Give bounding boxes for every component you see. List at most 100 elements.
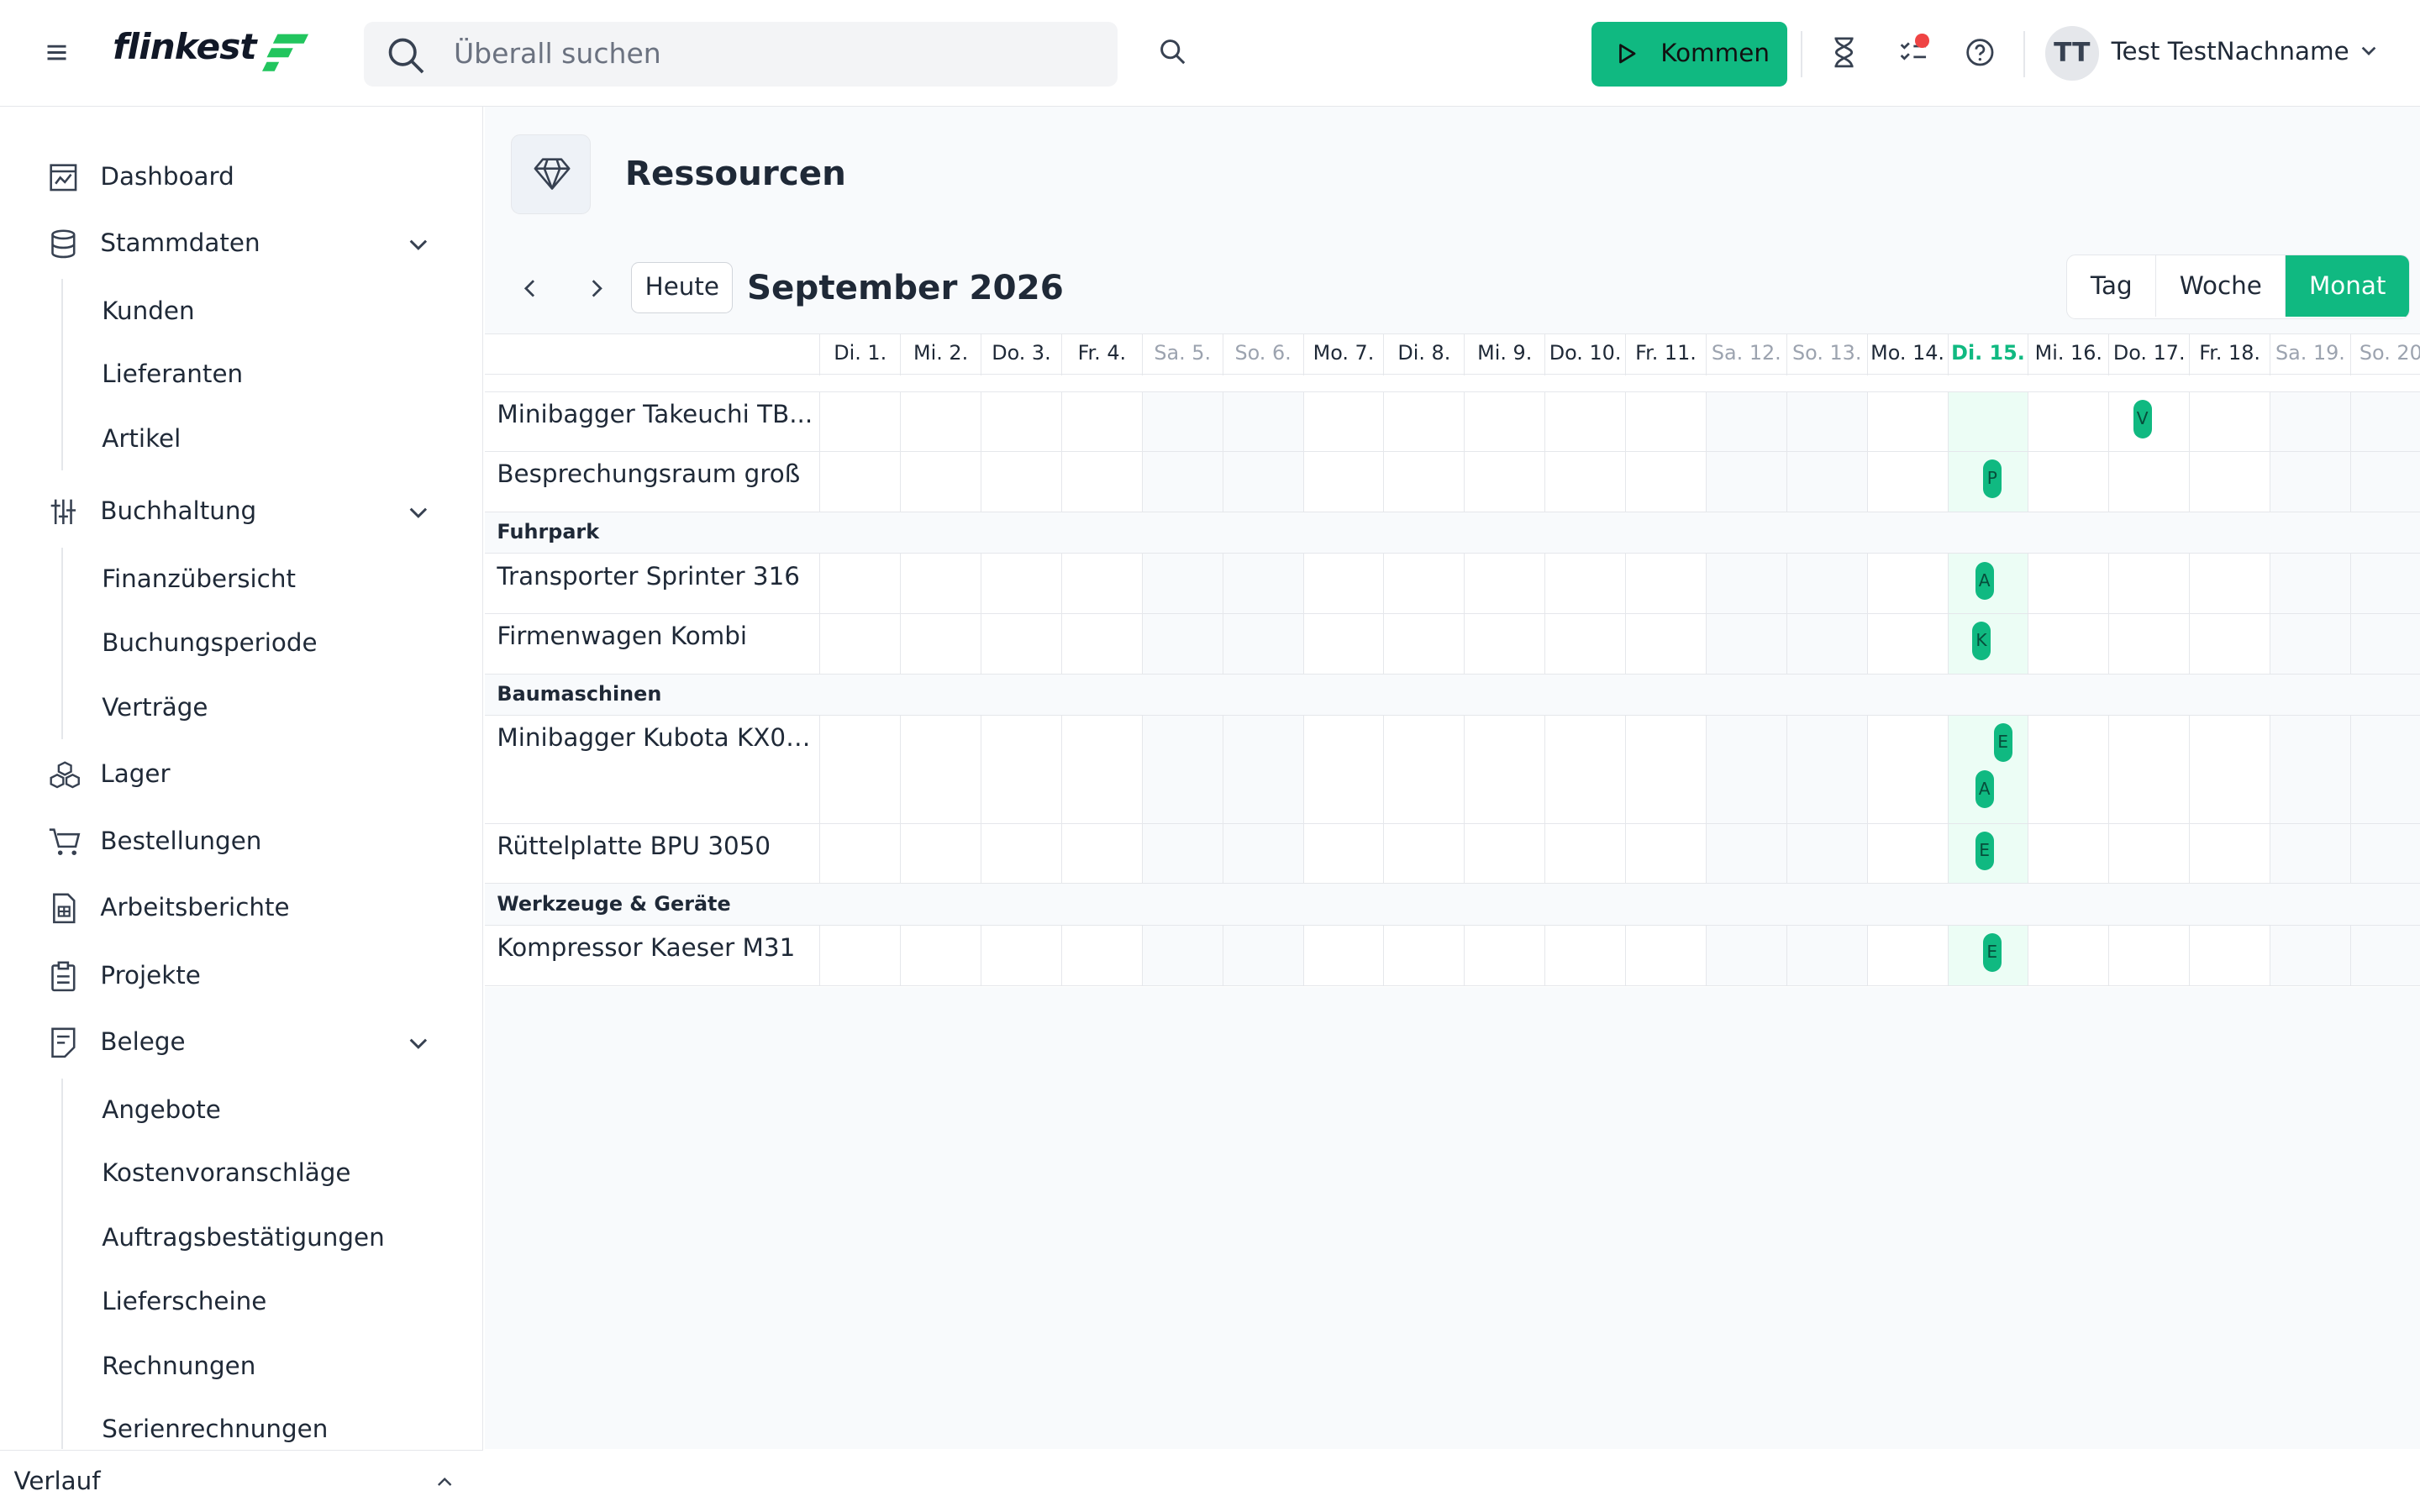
day-cell[interactable]: [1866, 391, 1948, 452]
sidebar-item-projekte[interactable]: Projekte: [0, 946, 481, 1007]
day-cell[interactable]: [1141, 823, 1223, 884]
day-cell[interactable]: [2349, 716, 2420, 823]
day-cell[interactable]: [1060, 716, 1142, 823]
day-cell[interactable]: [2108, 716, 2189, 823]
day-cell[interactable]: [1302, 613, 1384, 674]
day-cell[interactable]: [1383, 716, 1464, 823]
search-icon[interactable]: [1158, 37, 1189, 68]
day-cell[interactable]: [2270, 452, 2350, 512]
day-cell[interactable]: [1222, 823, 1303, 884]
day-cell[interactable]: [1544, 716, 1625, 823]
sidebar-item-buchhaltung[interactable]: Buchhaltung: [0, 481, 481, 543]
day-cell[interactable]: [2189, 716, 2270, 823]
day-cell[interactable]: [819, 823, 900, 884]
resource-name[interactable]: Firmenwagen Kombi: [497, 622, 813, 650]
day-cell[interactable]: [1464, 823, 1544, 884]
day-cell[interactable]: [1786, 613, 1867, 674]
resource-name[interactable]: Besprechungsraum groß: [497, 459, 813, 488]
day-cell[interactable]: [1141, 452, 1223, 512]
day-cell[interactable]: [1060, 391, 1142, 452]
help-icon[interactable]: [1965, 37, 1996, 68]
logo[interactable]: flinkest: [113, 26, 257, 67]
day-cell[interactable]: [1222, 391, 1303, 452]
booking-event[interactable]: A: [1975, 769, 1994, 809]
day-cell[interactable]: [1705, 716, 1786, 823]
sidebar-subitem-artikel[interactable]: Artikel: [102, 424, 181, 453]
sidebar-subitem-kunden[interactable]: Kunden: [102, 297, 194, 325]
day-cell[interactable]: [1625, 391, 1706, 452]
day-cell[interactable]: [1060, 452, 1142, 512]
day-cell[interactable]: [1544, 452, 1625, 512]
day-cell[interactable]: [2349, 391, 2420, 452]
user-name[interactable]: Test TestNachname: [2112, 37, 2349, 66]
chevron-down-icon[interactable]: [2360, 45, 2378, 57]
day-cell[interactable]: [1544, 391, 1625, 452]
day-cell[interactable]: [1625, 554, 1706, 613]
day-cell[interactable]: [1786, 554, 1867, 613]
day-cell[interactable]: [1060, 926, 1142, 985]
sidebar-subitem-finanzuebersicht[interactable]: Finanzübersicht: [102, 564, 296, 593]
kommen-button[interactable]: Kommen: [1591, 21, 1787, 87]
sidebar-subitem-lieferscheine[interactable]: Lieferscheine: [102, 1287, 266, 1315]
hourglass-icon[interactable]: [1830, 37, 1858, 68]
day-cell[interactable]: [1222, 613, 1303, 674]
day-cell[interactable]: [2028, 554, 2108, 613]
day-cell[interactable]: [1141, 716, 1223, 823]
day-cell[interactable]: [1866, 716, 1948, 823]
day-cell[interactable]: [2270, 391, 2350, 452]
sidebar-subitem-lieferanten[interactable]: Lieferanten: [102, 360, 243, 388]
day-cell[interactable]: [1464, 452, 1544, 512]
day-cell[interactable]: [2028, 452, 2108, 512]
sidebar-item-lager[interactable]: Lager: [0, 743, 481, 805]
day-cell[interactable]: [2028, 613, 2108, 674]
day-cell[interactable]: [1222, 554, 1303, 613]
day-cell[interactable]: [1141, 926, 1223, 985]
day-cell[interactable]: [819, 452, 900, 512]
day-cell[interactable]: [900, 823, 981, 884]
resource-name[interactable]: Rüttelplatte BPU 3050: [497, 832, 813, 860]
resource-name[interactable]: Minibagger Kubota KX080: [497, 723, 813, 752]
day-cell[interactable]: [2108, 926, 2189, 985]
view-monat-button[interactable]: Monat: [2286, 255, 2409, 318]
day-cell[interactable]: [1464, 716, 1544, 823]
day-cell[interactable]: [1302, 554, 1384, 613]
day-cell[interactable]: [981, 452, 1061, 512]
chevron-right-icon[interactable]: [581, 273, 612, 304]
day-cell[interactable]: [1625, 452, 1706, 512]
day-cell[interactable]: [1464, 391, 1544, 452]
day-cell[interactable]: [1383, 391, 1464, 452]
day-cell[interactable]: [1383, 613, 1464, 674]
day-cell[interactable]: [1786, 926, 1867, 985]
sidebar-subitem-angebote[interactable]: Angebote: [102, 1095, 221, 1124]
day-cell[interactable]: [1544, 613, 1625, 674]
resource-name[interactable]: Minibagger Takeuchi TB...: [497, 400, 813, 428]
day-cell[interactable]: [2028, 391, 2108, 452]
search-input[interactable]: Überall suchen: [364, 21, 1118, 87]
day-cell[interactable]: [900, 613, 981, 674]
booking-event[interactable]: E: [1993, 723, 2012, 763]
day-cell[interactable]: [2189, 554, 2270, 613]
day-cell[interactable]: [981, 926, 1061, 985]
day-cell[interactable]: [1060, 554, 1142, 613]
day-cell[interactable]: [900, 554, 981, 613]
avatar[interactable]: TT: [2044, 26, 2099, 81]
day-cell[interactable]: [1947, 391, 2028, 452]
day-cell[interactable]: [981, 554, 1061, 613]
day-cell[interactable]: [900, 716, 981, 823]
today-button[interactable]: Heute: [631, 262, 734, 313]
sidebar-item-stammdaten[interactable]: Stammdaten: [0, 213, 481, 274]
day-cell[interactable]: [819, 613, 900, 674]
day-cell[interactable]: [1383, 926, 1464, 985]
sidebar-subitem-rechnungen[interactable]: Rechnungen: [102, 1352, 255, 1380]
day-cell[interactable]: [1544, 554, 1625, 613]
day-cell[interactable]: [2270, 716, 2350, 823]
day-cell[interactable]: [2028, 716, 2108, 823]
day-cell[interactable]: [1060, 613, 1142, 674]
day-cell[interactable]: [1464, 613, 1544, 674]
day-cell[interactable]: [2349, 926, 2420, 985]
sidebar-subitem-serienrechnungen[interactable]: Serienrechnungen: [102, 1415, 328, 1443]
day-cell[interactable]: [1705, 613, 1786, 674]
sidebar-item-bestellungen[interactable]: Bestellungen: [0, 811, 481, 873]
history-panel-toggle[interactable]: Verlauf: [0, 1450, 483, 1512]
day-cell[interactable]: [1222, 716, 1303, 823]
